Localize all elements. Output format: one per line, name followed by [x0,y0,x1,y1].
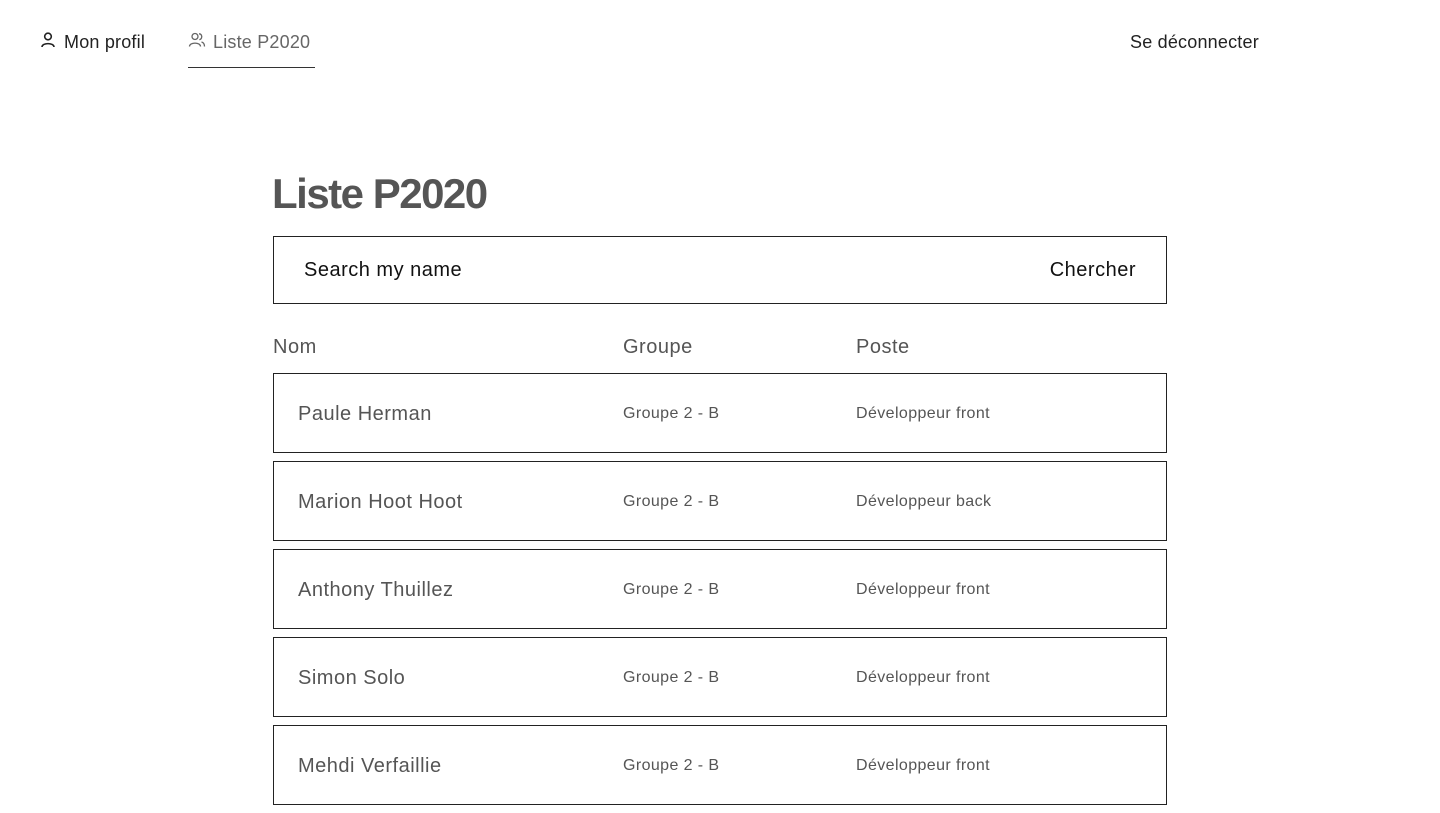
nav-item-profile[interactable]: Mon profil [39,30,145,68]
row-poste: Développeur front [856,405,990,422]
table-header: Nom Groupe Poste [273,334,1167,360]
nav-item-profile-label: Mon profil [64,32,146,52]
column-header-name: Nom [273,336,317,358]
user-icon [39,31,57,49]
table-row[interactable]: Marion Hoot Hoot Groupe 2 - B Développeu… [273,461,1167,541]
column-header-group: Groupe [623,336,693,358]
search-input[interactable] [304,258,904,282]
row-name: Simon Solo [298,667,406,689]
page-title: Liste P2020 [272,170,488,217]
row-name: Mehdi Verfaillie [298,755,442,777]
table-row[interactable]: Mehdi Verfaillie Groupe 2 - B Développeu… [273,725,1167,805]
column-header-poste: Poste [856,336,910,358]
top-navigation: Mon profil Liste P2020 Se déconnecter [0,0,1440,80]
users-icon [188,31,206,49]
row-name: Marion Hoot Hoot [298,491,463,513]
row-name: Paule Herman [298,403,432,425]
student-list: Paule Herman Groupe 2 - B Développeur fr… [273,373,1167,813]
search-form: Chercher [273,236,1167,304]
row-group: Groupe 2 - B [623,669,720,686]
row-poste: Développeur front [856,757,990,774]
row-poste: Développeur front [856,581,990,598]
table-row[interactable]: Anthony Thuillez Groupe 2 - B Développeu… [273,549,1167,629]
row-group: Groupe 2 - B [623,581,720,598]
row-poste: Développeur front [856,669,990,686]
nav-item-list-label: Liste P2020 [213,32,311,52]
row-name: Anthony Thuillez [298,579,454,601]
search-button[interactable]: Chercher [1050,259,1136,282]
row-group: Groupe 2 - B [623,493,720,510]
logout-link[interactable]: Se déconnecter [1130,30,1259,54]
nav-item-list[interactable]: Liste P2020 [188,30,315,68]
row-group: Groupe 2 - B [623,405,720,422]
table-row[interactable]: Simon Solo Groupe 2 - B Développeur fron… [273,637,1167,717]
row-poste: Développeur back [856,493,992,510]
row-group: Groupe 2 - B [623,757,720,774]
table-row[interactable]: Paule Herman Groupe 2 - B Développeur fr… [273,373,1167,453]
